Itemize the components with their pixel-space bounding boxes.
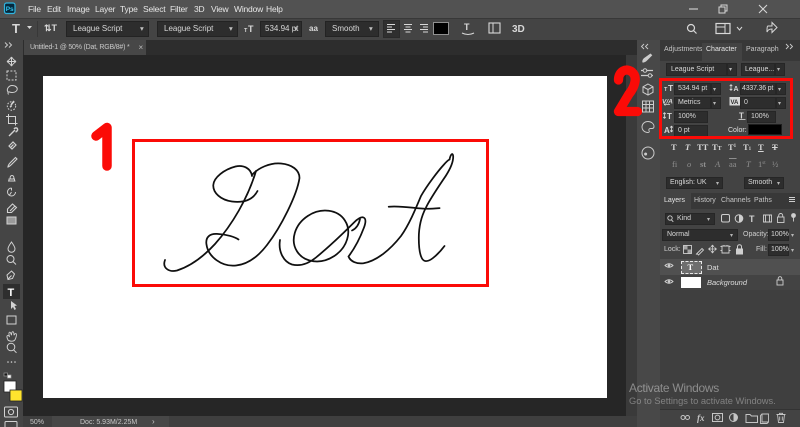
svg-text:Ps: Ps: [6, 6, 14, 13]
